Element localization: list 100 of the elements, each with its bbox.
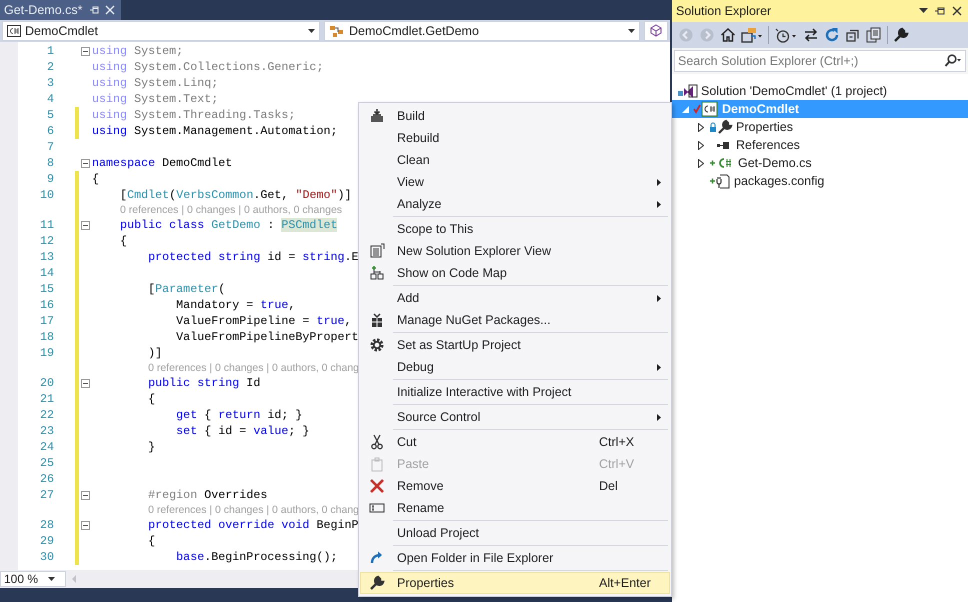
forward-icon [699,27,715,43]
menu-item[interactable]: Unload Project [360,522,670,544]
csharp-icon [7,25,21,37]
line-number: 14 [38,266,54,280]
tree-item[interactable]: Properties [672,118,968,136]
menu-item[interactable]: Properties Alt+Enter [360,572,670,594]
menu-item[interactable]: Show on Code Map [360,262,670,284]
code-line: { [147,392,156,406]
back-icon [678,27,694,43]
sync-icon [803,27,819,43]
scroll-left-icon [70,574,78,584]
menu-item[interactable]: Open Folder in File Explorer [360,547,670,569]
code-line: ValueFromPipelineByPropert [175,330,359,344]
line-number: 2 [46,60,54,74]
code-line: public string Id [147,376,260,390]
menu-item[interactable]: View [360,171,670,193]
code-line: using System.Collections.Generic; [92,60,324,74]
code-line: { [119,234,128,248]
collapse-all-icon [845,27,861,43]
code-line: public class GetDemo : PSCmdlet [119,218,338,232]
window-icon [369,243,385,259]
member-dropdown[interactable] [644,21,668,41]
expanded-arrow-icon[interactable] [682,106,688,112]
code-line: using System.Text; [92,92,218,106]
menu-item[interactable]: Build [360,105,670,127]
collapse-icon [81,158,90,168]
collapse-icon [81,220,90,230]
submenu-arrow-icon [657,178,661,186]
tree-item[interactable]: packages.config [672,172,968,190]
code-line: [Parameter( [147,282,226,296]
csharp-project-icon [693,101,719,117]
line-number: 24 [38,440,54,454]
menu-item[interactable]: Source Control [360,406,670,428]
line-number: 4 [46,92,54,106]
wrench-icon [893,27,909,43]
menu-item[interactable]: Scope to This [360,218,670,240]
menu-item[interactable]: Rebuild [360,127,670,149]
collapsed-arrow-icon[interactable] [698,158,704,168]
type-dropdown[interactable]: DemoCmdlet.GetDemo [324,21,640,41]
switch-views-icon [741,27,763,43]
submenu-arrow-icon [657,364,661,370]
line-number: 5 [46,108,54,122]
collapse-icon [81,378,90,388]
lock-wrench-icon [709,119,733,135]
zoom-dropdown[interactable]: 100 % [0,571,66,587]
line-number: 8 [46,156,54,170]
gear-icon [369,337,385,353]
line-number: 6 [46,124,54,138]
codelens-text: 0 references | 0 changes | 0 authors, 0 changes [120,204,342,216]
menu-item[interactable]: Manage NuGet Packages... [360,309,670,331]
class-icon [329,24,345,38]
code-line: get { return id; } [175,408,302,422]
line-number: 22 [38,408,54,422]
line-number: 1 [46,44,54,58]
menu-item[interactable]: Remove Del [360,475,670,497]
close-icon [369,478,385,494]
config-file-icon [709,173,731,189]
menu-item[interactable]: Clean [360,149,670,171]
solution-icon [678,83,698,99]
line-number: 21 [38,392,54,406]
code-line: using System; [92,44,184,58]
line-number: 3 [46,76,54,90]
line-number: 13 [38,250,54,264]
code-line: base.BeginProcessing(); [175,550,338,564]
code-line: Mandatory = true, [175,298,296,312]
tree-item[interactable]: References [672,136,968,154]
menu-item[interactable]: Add [360,287,670,309]
gift-icon [369,312,385,328]
tree-item[interactable]: Get-Demo.cs [672,154,968,172]
line-number: 16 [38,298,54,312]
line-number: 15 [38,282,54,296]
menu-item[interactable]: Analyze [360,193,670,215]
document-tab[interactable]: Get-Demo.cs* [0,0,120,20]
menu-item[interactable]: Cut Ctrl+X [360,431,670,453]
line-number: 7 [46,140,54,154]
tree-item[interactable]: Solution 'DemoCmdlet' (1 project) [672,82,968,100]
project-dropdown[interactable]: DemoCmdlet [2,21,320,41]
collapse-icon [81,490,90,500]
close-icon [952,6,962,16]
wrench-icon [369,575,385,591]
pin-icon [934,6,946,16]
collapsed-arrow-icon[interactable] [698,140,704,150]
line-number: 17 [38,314,54,328]
collapsed-arrow-icon[interactable] [698,122,704,132]
dropdown-caret-icon [919,8,928,14]
dropdown-caret-icon [308,29,315,33]
menu-item[interactable]: Debug [360,356,670,378]
code-line: using System.Management.Automation; [92,124,338,138]
panel-title: Solution Explorer [676,4,772,18]
search-field[interactable]: Search Solution Explorer (Ctrl+;) [674,50,966,72]
menu-item[interactable]: Set as StartUp Project [360,334,670,356]
collapse-icon [81,46,90,56]
menu-item[interactable]: New Solution Explorer View [360,240,670,262]
code-line: protected override void BeginP [147,518,359,532]
menu-item[interactable]: Rename [360,497,670,519]
home-icon [720,27,736,43]
code-line: )] [147,346,162,360]
line-number: 23 [38,424,54,438]
menu-item[interactable]: Initialize Interactive with Project [360,381,670,403]
pin-icon [88,5,98,15]
